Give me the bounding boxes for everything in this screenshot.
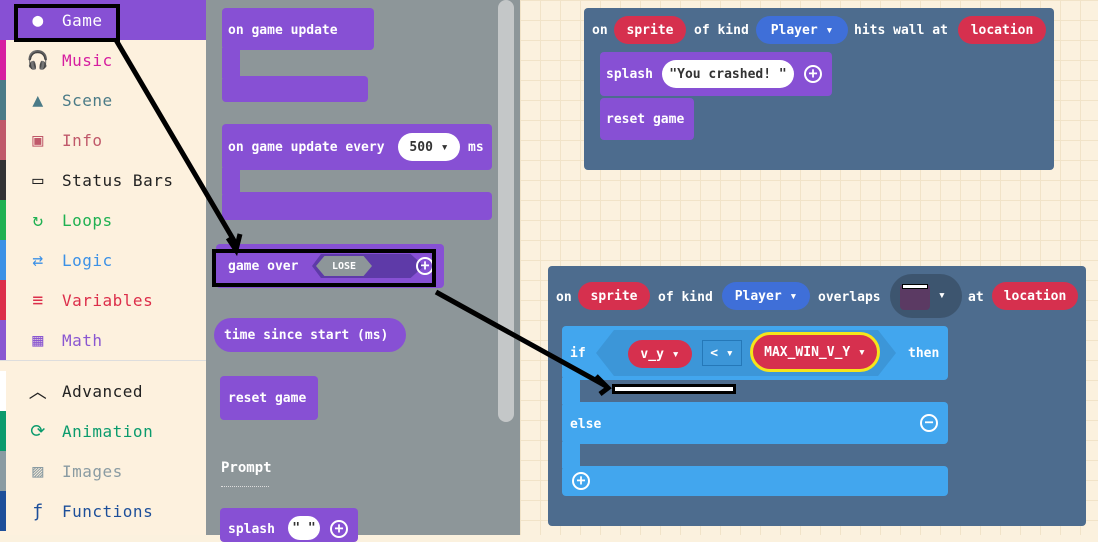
arrow-overlay — [113, 38, 612, 396]
arrow-block-to-target — [434, 289, 612, 396]
arrow-head-2 — [594, 374, 612, 396]
arrow-line-1 — [113, 38, 239, 246]
arrow-line-2 — [434, 289, 608, 389]
arrow-game-to-block — [113, 38, 243, 257]
